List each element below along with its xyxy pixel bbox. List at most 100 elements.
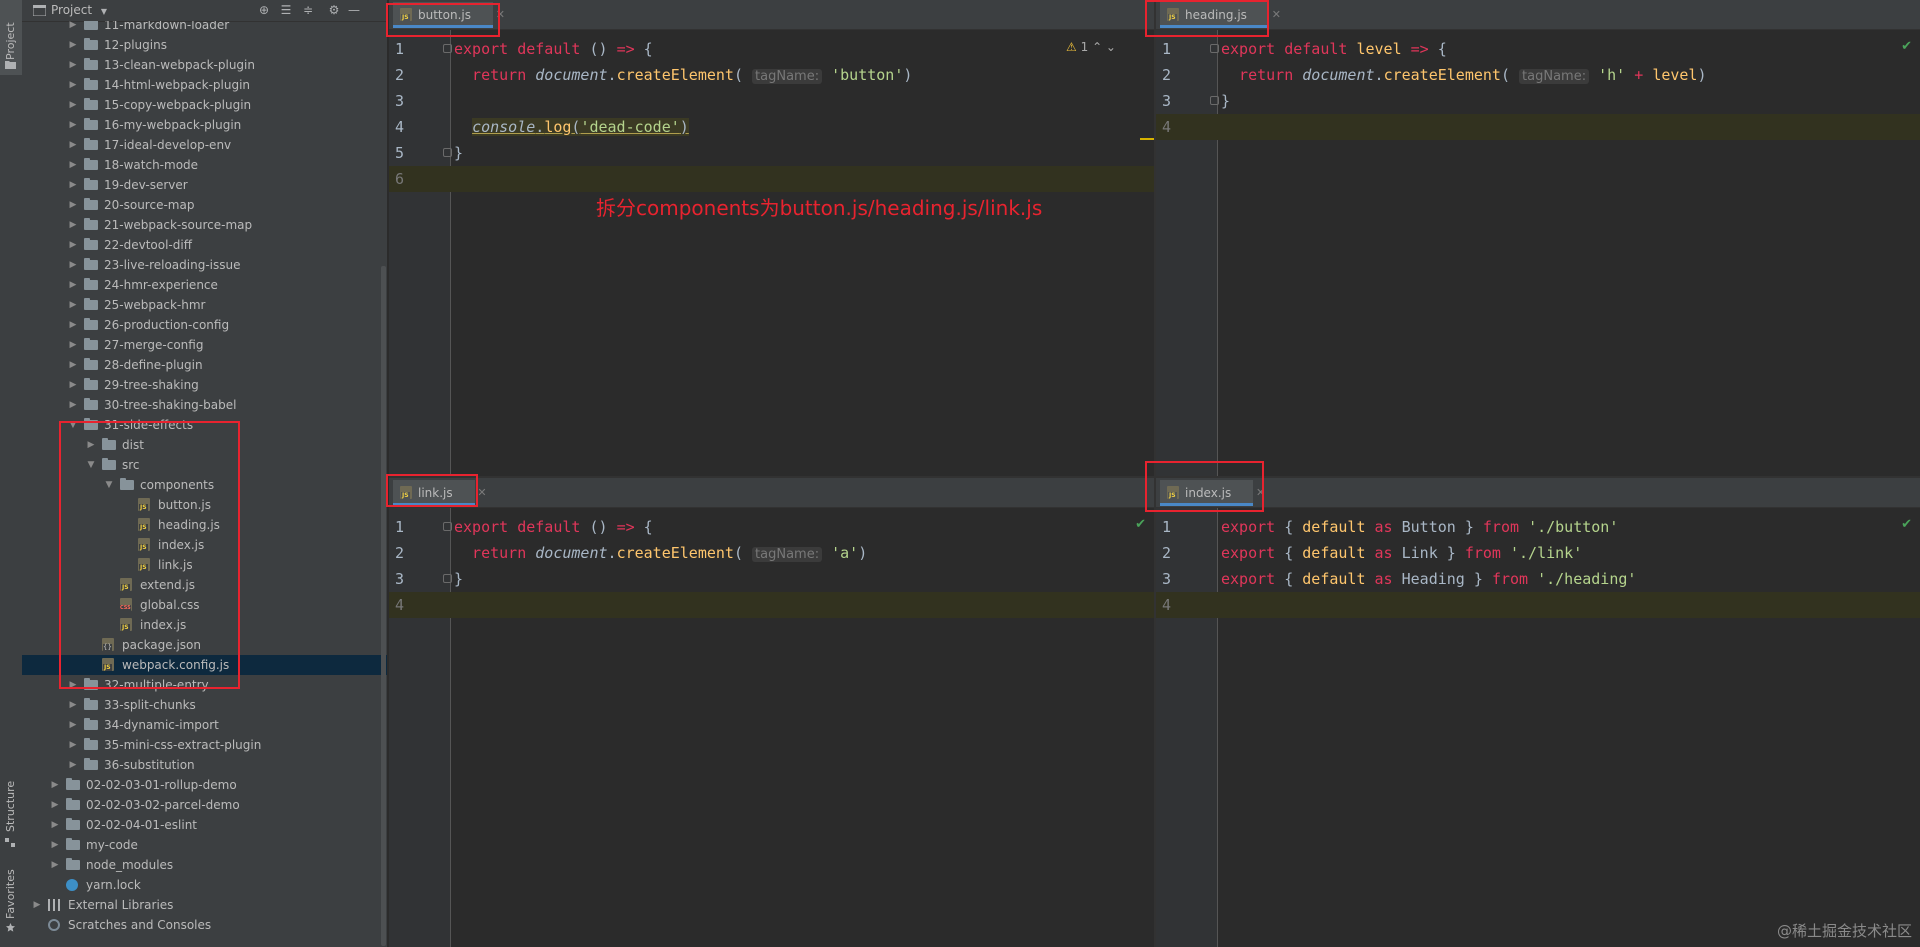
tree-item[interactable]: ▶ 12-plugins xyxy=(22,35,387,55)
code-line[interactable]: return document.createElement( tagName: … xyxy=(454,62,1154,88)
tree-item[interactable]: ▶ 36-substitution xyxy=(22,755,387,775)
project-scrollbar[interactable] xyxy=(381,266,386,946)
structure-tool-tab[interactable]: Structure xyxy=(0,780,22,850)
editor-pane-heading-js[interactable]: heading.js✕1export default level => {2 r… xyxy=(1156,0,1920,476)
editor-pane-link-js[interactable]: link.js✕1export default () => {2 return … xyxy=(389,478,1154,947)
code-line[interactable]: } xyxy=(454,566,1154,592)
chevron-right-icon[interactable]: ▶ xyxy=(50,835,60,855)
code-line[interactable]: export default level => { xyxy=(1221,36,1920,62)
tree-item[interactable]: ▶ 30-tree-shaking-babel xyxy=(22,395,387,415)
chevron-right-icon[interactable]: ▶ xyxy=(68,95,78,115)
tree-item[interactable]: ▶ 14-html-webpack-plugin xyxy=(22,75,387,95)
warning-indicator[interactable]: ⚠ 1 ⌃ ⌄ xyxy=(1066,40,1116,54)
tree-item[interactable]: ▶ my-code xyxy=(22,835,387,855)
tree-item[interactable]: ▶ 20-source-map xyxy=(22,195,387,215)
no-problems-check-icon[interactable]: ✔ xyxy=(1901,39,1912,54)
code-line[interactable]: return document.createElement( tagName: … xyxy=(454,540,1154,566)
code-line[interactable]: export { default as Heading } from './he… xyxy=(1221,566,1920,592)
tree-item[interactable]: ▶ 24-hmr-experience xyxy=(22,275,387,295)
chevron-down-icon[interactable]: ▼ xyxy=(98,6,110,18)
warning-stripe-marker[interactable] xyxy=(1140,138,1154,140)
chevron-right-icon[interactable]: ▶ xyxy=(50,775,60,795)
tree-item[interactable]: yarn.lock xyxy=(22,875,387,895)
chevron-right-icon[interactable]: ▶ xyxy=(68,35,78,55)
close-icon[interactable]: ✕ xyxy=(1272,2,1281,28)
code-line[interactable] xyxy=(1221,592,1920,618)
tree-item[interactable]: Scratches and Consoles xyxy=(22,915,387,935)
chevron-right-icon[interactable]: ▶ xyxy=(68,695,78,715)
editor-pane-index-js[interactable]: index.js✕ 1 export { default as Button } f… xyxy=(1156,478,1920,947)
close-icon[interactable]: ✕ xyxy=(477,480,486,506)
hide-icon[interactable]: — xyxy=(348,4,360,16)
no-problems-check-icon[interactable]: ✔ xyxy=(1901,517,1912,532)
collapse-all-icon[interactable]: ≑ xyxy=(302,4,314,16)
editor-pane-button-js[interactable]: button.js✕1export default () => {2 retur… xyxy=(389,0,1154,476)
chevron-right-icon[interactable]: ▶ xyxy=(50,795,60,815)
expand-all-icon[interactable]: ☰ xyxy=(280,4,292,16)
tree-item[interactable]: ▶ 25-webpack-hmr xyxy=(22,295,387,315)
code-line[interactable] xyxy=(454,88,1154,114)
chevron-right-icon[interactable]: ▶ xyxy=(68,195,78,215)
project-tool-tab[interactable]: Project xyxy=(0,0,22,75)
chevron-right-icon[interactable]: ▶ xyxy=(50,855,60,875)
code-line[interactable]: export { default as Button } from './but… xyxy=(1221,514,1920,540)
fold-marker-icon[interactable] xyxy=(443,148,452,157)
chevron-right-icon[interactable]: ▶ xyxy=(68,355,78,375)
gear-icon[interactable]: ⚙ xyxy=(328,4,340,16)
locate-icon[interactable]: ⊕ xyxy=(258,4,270,16)
chevron-right-icon[interactable]: ▶ xyxy=(68,315,78,335)
code-line[interactable] xyxy=(454,166,1154,192)
tree-item[interactable]: ▶ node_modules xyxy=(22,855,387,875)
fold-marker-icon[interactable] xyxy=(443,574,452,583)
chevron-right-icon[interactable]: ▶ xyxy=(68,155,78,175)
chevron-right-icon[interactable]: ▶ xyxy=(68,335,78,355)
tree-item[interactable]: ▶ 15-copy-webpack-plugin xyxy=(22,95,387,115)
code-line[interactable]: } xyxy=(1221,88,1920,114)
code-line[interactable]: console.log('dead-code') xyxy=(454,114,1154,140)
tree-item[interactable]: ▶ 35-mini-css-extract-plugin xyxy=(22,735,387,755)
chevron-right-icon[interactable]: ▶ xyxy=(68,55,78,75)
chevron-right-icon[interactable]: ▶ xyxy=(68,735,78,755)
tree-item[interactable]: ▶ 02-02-04-01-eslint xyxy=(22,815,387,835)
tree-item[interactable]: ▶ 22-devtool-diff xyxy=(22,235,387,255)
chevron-right-icon[interactable]: ▶ xyxy=(68,275,78,295)
fold-marker-icon[interactable] xyxy=(1210,44,1219,53)
fold-marker-icon[interactable] xyxy=(443,522,452,531)
chevron-right-icon[interactable]: ▶ xyxy=(68,395,78,415)
chevron-right-icon[interactable]: ▶ xyxy=(50,815,60,835)
chevron-right-icon[interactable]: ▶ xyxy=(68,375,78,395)
chevron-right-icon[interactable]: ▶ xyxy=(68,715,78,735)
warning-nav-icon[interactable]: ⌃ ⌄ xyxy=(1088,40,1116,54)
tree-item[interactable]: ▶ 16-my-webpack-plugin xyxy=(22,115,387,135)
chevron-right-icon[interactable]: ▶ xyxy=(68,235,78,255)
chevron-right-icon[interactable]: ▶ xyxy=(68,215,78,235)
chevron-right-icon[interactable]: ▶ xyxy=(68,75,78,95)
tree-item[interactable]: ▶ 33-split-chunks xyxy=(22,695,387,715)
tree-item[interactable]: ▶ 17-ideal-develop-env xyxy=(22,135,387,155)
tree-item[interactable]: ▶ 11-markdown-loader xyxy=(22,21,387,35)
tree-item[interactable]: ▶ External Libraries xyxy=(22,895,387,915)
tree-item[interactable]: ▶ 29-tree-shaking xyxy=(22,375,387,395)
project-view-selector[interactable]: Project xyxy=(51,3,92,17)
chevron-right-icon[interactable]: ▶ xyxy=(68,21,78,35)
tree-item[interactable]: ▶ 21-webpack-source-map xyxy=(22,215,387,235)
code-line[interactable]: } xyxy=(454,140,1154,166)
fold-marker-icon[interactable] xyxy=(1210,96,1219,105)
code-line[interactable]: export default () => { xyxy=(454,36,1154,62)
code-line[interactable] xyxy=(454,592,1154,618)
code-line[interactable]: export { default as Link } from './link' xyxy=(1221,540,1920,566)
no-problems-check-icon[interactable]: ✔ xyxy=(1135,517,1146,532)
tree-item[interactable]: ▶ 27-merge-config xyxy=(22,335,387,355)
code-line[interactable] xyxy=(1221,114,1920,140)
favorites-tool-tab[interactable]: Favorites xyxy=(0,865,22,935)
tree-item[interactable]: ▶ 13-clean-webpack-plugin xyxy=(22,55,387,75)
chevron-right-icon[interactable]: ▶ xyxy=(32,895,42,915)
tree-item[interactable]: ▶ 23-live-reloading-issue xyxy=(22,255,387,275)
fold-marker-icon[interactable] xyxy=(443,44,452,53)
chevron-right-icon[interactable]: ▶ xyxy=(68,295,78,315)
chevron-right-icon[interactable]: ▶ xyxy=(68,115,78,135)
code-line[interactable]: export default () => { xyxy=(454,514,1154,540)
tree-item[interactable]: ▶ 34-dynamic-import xyxy=(22,715,387,735)
chevron-right-icon[interactable]: ▶ xyxy=(68,135,78,155)
tree-item[interactable]: ▶ 26-production-config xyxy=(22,315,387,335)
